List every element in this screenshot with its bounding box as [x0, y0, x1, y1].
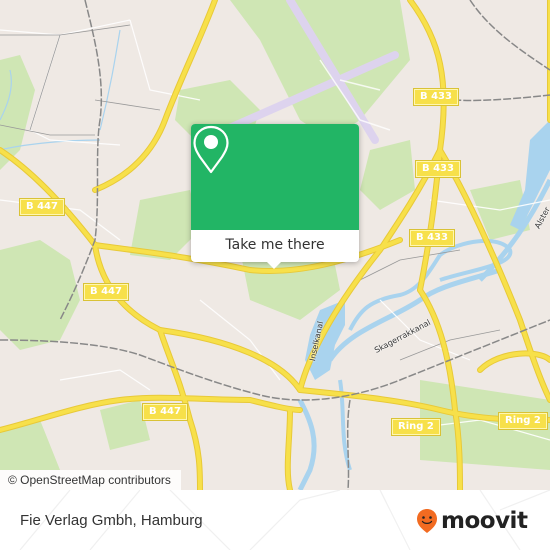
road-label-b447: B 447	[19, 198, 65, 216]
location-pin-icon	[193, 125, 229, 174]
road-label-b433: B 433	[413, 88, 459, 106]
popup-header	[191, 124, 359, 230]
moovit-smiley-pin-icon	[417, 509, 437, 533]
road-label-ring2: Ring 2	[391, 418, 441, 436]
moovit-logo[interactable]: moovit	[416, 506, 528, 536]
road-label-ring2: Ring 2	[498, 412, 548, 430]
map-attribution[interactable]: © OpenStreetMap contributors	[0, 470, 181, 490]
road-label-b447: B 447	[142, 403, 188, 421]
place-name: Fie Verlag Gmbh, Hamburg	[20, 512, 203, 529]
popup-pointer	[266, 261, 282, 269]
footer-bar: Fie Verlag Gmbh, Hamburg moovit	[0, 490, 550, 550]
destination-popup[interactable]: Take me there	[191, 124, 359, 269]
road-label-b433: B 433	[409, 229, 455, 247]
road-label-b447: B 447	[83, 283, 129, 301]
road-label-b433: B 433	[415, 160, 461, 178]
map-view[interactable]: B 447 B 447 B 447 B 433 B 433 B 433 Ring…	[0, 0, 550, 490]
take-me-there-button[interactable]: Take me there	[191, 232, 359, 258]
brand-name: moovit	[441, 508, 528, 534]
